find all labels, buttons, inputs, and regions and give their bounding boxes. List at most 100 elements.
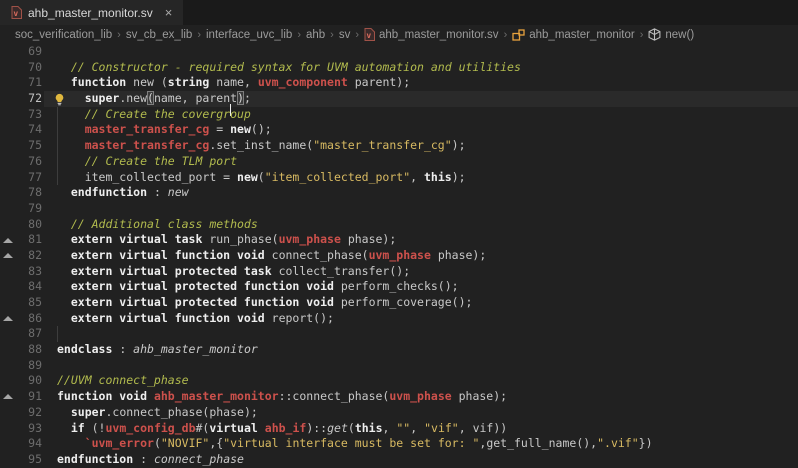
- line-number[interactable]: 88: [16, 342, 42, 358]
- code-token: collect_transfer();: [272, 264, 410, 278]
- code-token: // Create the covergroup: [57, 107, 251, 121]
- line-number[interactable]: 82: [16, 248, 42, 264]
- code-line[interactable]: 93 if (!uvm_config_db#(virtual ahb_if)::…: [0, 421, 798, 437]
- breadcrumb-item[interactable]: sv_cb_ex_lib: [126, 29, 192, 41]
- code-line[interactable]: 84 extern virtual protected function voi…: [0, 279, 798, 295]
- breadcrumb-item[interactable]: ahb: [306, 29, 325, 41]
- code-line[interactable]: 95endfunction : connect_phase: [0, 452, 798, 468]
- code-token: this: [355, 421, 383, 435]
- code-line[interactable]: 82 extern virtual function void connect_…: [0, 248, 798, 264]
- code-token: ,{: [209, 436, 223, 450]
- code-token: ".vif": [597, 436, 639, 450]
- breadcrumb-item[interactable]: vahb_master_monitor.sv: [364, 28, 499, 41]
- gutter-glyph-margin: [0, 421, 16, 437]
- line-number[interactable]: 85: [16, 295, 42, 311]
- line-number[interactable]: 89: [16, 358, 42, 374]
- line-number[interactable]: 94: [16, 436, 42, 452]
- code-line[interactable]: 75 master_transfer_cg.set_inst_name("mas…: [0, 138, 798, 154]
- line-number[interactable]: 93: [16, 421, 42, 437]
- gutter-triangle-icon[interactable]: [0, 311, 16, 327]
- line-number[interactable]: 72: [16, 91, 42, 107]
- code-token: "master_transfer_cg": [313, 138, 451, 152]
- code-token: [258, 421, 265, 435]
- gutter-triangle-icon[interactable]: [0, 248, 16, 264]
- code-token: "": [396, 421, 410, 435]
- code-line[interactable]: 83 extern virtual protected task collect…: [0, 264, 798, 280]
- code-line[interactable]: 78 endfunction : new: [0, 185, 798, 201]
- line-number[interactable]: 83: [16, 264, 42, 280]
- gutter-glyph-margin: [0, 122, 16, 138]
- line-number[interactable]: 86: [16, 311, 42, 327]
- code-text: // Constructor - required syntax for UVM…: [42, 60, 798, 76]
- code-text: extern virtual protected task collect_tr…: [42, 264, 798, 280]
- line-number[interactable]: 75: [16, 138, 42, 154]
- code-editor[interactable]: 6970 // Constructor - required syntax fo…: [0, 44, 798, 468]
- tab-ahb-master-monitor[interactable]: v ahb_master_monitor.sv ×: [0, 0, 183, 25]
- code-token: phase);: [341, 232, 396, 246]
- code-line[interactable]: 76 // Create the TLM port: [0, 154, 798, 170]
- code-text: extern virtual function void report();: [42, 311, 798, 327]
- breadcrumb-separator-icon: ›: [292, 29, 306, 41]
- gutter-glyph-margin: [0, 326, 16, 342]
- line-number[interactable]: 71: [16, 75, 42, 91]
- code-line[interactable]: 86 extern virtual function void report()…: [0, 311, 798, 327]
- code-line[interactable]: 88endclass : ahb_master_monitor: [0, 342, 798, 358]
- line-number[interactable]: 74: [16, 122, 42, 138]
- code-token: perform_coverage();: [334, 295, 472, 309]
- code-line[interactable]: 77 item_collected_port = new("item_colle…: [0, 170, 798, 186]
- code-token: phase);: [431, 248, 486, 262]
- breadcrumb-separator-icon: ›: [325, 29, 339, 41]
- breadcrumb-item[interactable]: sv: [339, 29, 351, 41]
- code-token: uvm_component: [258, 75, 348, 89]
- breadcrumb-item[interactable]: new(): [648, 28, 694, 41]
- line-number[interactable]: 78: [16, 185, 42, 201]
- line-number[interactable]: 76: [16, 154, 42, 170]
- code-line[interactable]: 74 master_transfer_cg = new();: [0, 122, 798, 138]
- code-text: [42, 326, 798, 342]
- code-line[interactable]: 91function void ahb_master_monitor::conn…: [0, 389, 798, 405]
- code-line[interactable]: 72 super.new(name, parent);: [0, 91, 798, 107]
- gutter-glyph-margin: [0, 44, 16, 60]
- code-line[interactable]: 79: [0, 201, 798, 217]
- code-text: endfunction : connect_phase: [42, 452, 798, 468]
- breadcrumb-item[interactable]: ahb_master_monitor: [512, 29, 634, 41]
- line-number[interactable]: 70: [16, 60, 42, 76]
- code-line[interactable]: 70 // Constructor - required syntax for …: [0, 60, 798, 76]
- line-number[interactable]: 95: [16, 452, 42, 468]
- gutter-triangle-icon[interactable]: [0, 232, 16, 248]
- line-number[interactable]: 77: [16, 170, 42, 186]
- code-token: master_transfer_cg: [57, 138, 209, 152]
- code-line[interactable]: 92 super.connect_phase(phase);: [0, 405, 798, 421]
- code-line[interactable]: 80 // Additional class methods: [0, 217, 798, 233]
- code-line[interactable]: 69: [0, 44, 798, 60]
- breadcrumb-item[interactable]: interface_uvc_lib: [206, 29, 292, 41]
- line-number[interactable]: 87: [16, 326, 42, 342]
- close-icon[interactable]: ×: [165, 6, 173, 19]
- code-line[interactable]: 81 extern virtual task run_phase(uvm_pha…: [0, 232, 798, 248]
- line-number[interactable]: 91: [16, 389, 42, 405]
- code-line[interactable]: 94 `uvm_error("NOVIF",{"virtual interfac…: [0, 436, 798, 452]
- code-text: // Create the covergroup: [42, 107, 798, 123]
- code-token: extern virtual protected function void: [57, 279, 334, 293]
- line-number[interactable]: 84: [16, 279, 42, 295]
- line-number[interactable]: 92: [16, 405, 42, 421]
- code-line[interactable]: 89: [0, 358, 798, 374]
- code-line[interactable]: 87: [0, 326, 798, 342]
- gutter-triangle-icon[interactable]: [0, 389, 16, 405]
- line-number[interactable]: 81: [16, 232, 42, 248]
- line-number[interactable]: 79: [16, 201, 42, 217]
- gutter-glyph-margin: [0, 342, 16, 358]
- line-number[interactable]: 73: [16, 107, 42, 123]
- code-line[interactable]: 85 extern virtual protected function voi…: [0, 295, 798, 311]
- line-number[interactable]: 90: [16, 373, 42, 389]
- line-number[interactable]: 80: [16, 217, 42, 233]
- code-token: `uvm_error: [57, 436, 154, 450]
- code-token: uvm_phase: [369, 248, 431, 262]
- line-number[interactable]: 69: [16, 44, 42, 60]
- code-token: ::connect_phase(: [279, 389, 390, 403]
- code-line[interactable]: 73 // Create the covergroup: [0, 107, 798, 123]
- code-line[interactable]: 71 function new (string name, uvm_compon…: [0, 75, 798, 91]
- code-token: ,get_full_name(),: [479, 436, 597, 450]
- breadcrumb-item[interactable]: soc_verification_lib: [15, 29, 112, 41]
- code-line[interactable]: 90//UVM connect_phase: [0, 373, 798, 389]
